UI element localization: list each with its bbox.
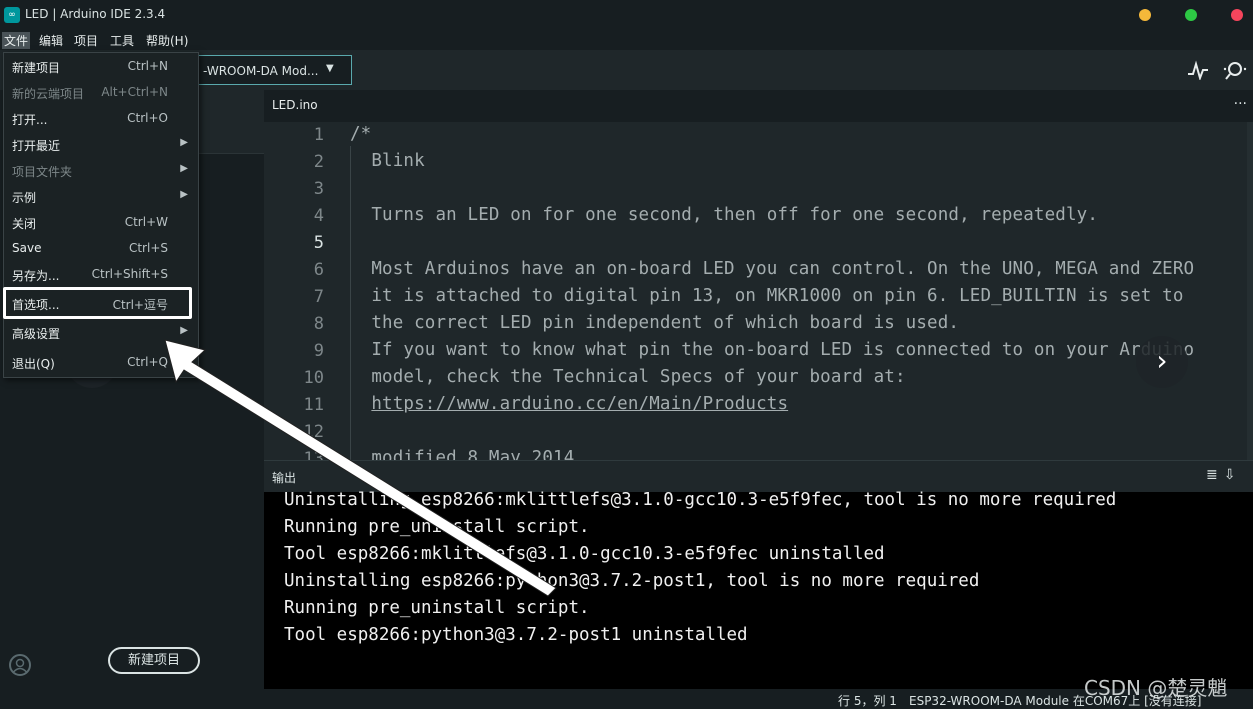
output-line: Tool esp8266:python3@3.7.2-post1 uninsta… <box>284 625 748 645</box>
code-line: Most Arduinos have an on-board LED you c… <box>350 259 1195 279</box>
output-line: Running pre_uninstall script. <box>284 598 590 618</box>
menu-item-label: 打开... <box>12 113 48 127</box>
line-number: 4 <box>313 206 324 226</box>
menu-item-label: 高级设置 <box>12 327 61 341</box>
menu-item-advanced[interactable]: 高级设置 ▶ <box>4 319 198 345</box>
menu-tools[interactable]: 工具 <box>108 32 136 49</box>
lock-scroll-icon[interactable]: ⇩ <box>1224 467 1242 483</box>
menu-help[interactable]: 帮助(H) <box>144 32 190 49</box>
line-number: 3 <box>313 179 324 199</box>
chevron-right-icon: ▶ <box>180 163 188 174</box>
menu-item-open-recent[interactable]: 打开最近 ▶ <box>4 131 198 157</box>
line-number: 6 <box>313 260 324 280</box>
output-line: Running pre_uninstall script. <box>284 517 590 537</box>
menu-item-open[interactable]: 打开... Ctrl+O <box>4 105 198 131</box>
output-console[interactable]: Uninstalling esp8266:mklittlefs@3.1.0-gc… <box>264 490 1253 689</box>
cursor-position[interactable]: 行 5，列 1 <box>838 692 897 709</box>
menu-item-label: 另存为... <box>12 269 60 283</box>
more-icon[interactable]: ··· <box>1234 96 1247 112</box>
board-selector-label: -WROOM-DA Mod... <box>203 64 319 78</box>
serial-plotter-icon[interactable] <box>1187 60 1209 80</box>
chevron-right-icon: ▶ <box>180 189 188 200</box>
menu-item-label: 项目文件夹 <box>12 165 73 179</box>
line-number: 2 <box>313 152 324 172</box>
minimize-button[interactable] <box>1139 9 1151 21</box>
menu-item-label: 示例 <box>12 191 37 205</box>
output-title: 输出 <box>272 471 297 485</box>
line-number: 7 <box>313 287 324 307</box>
tab-bar <box>264 90 1253 122</box>
next-image-button[interactable]: › <box>1136 336 1188 388</box>
watermark: CSDN @楚灵魈 <box>1084 676 1228 700</box>
menu-item-sketchbook: 项目文件夹 ▶ <box>4 157 198 183</box>
editor-scrollbar[interactable] <box>1247 122 1253 460</box>
line-number: 8 <box>313 314 324 334</box>
menu-edit[interactable]: 编辑 <box>37 32 65 49</box>
menu-item-new-cloud-sketch: 新的云端项目 Alt+Ctrl+N <box>4 79 198 105</box>
code-line: Turns an LED on for one second, then off… <box>350 205 1099 225</box>
products-link[interactable]: https://www.arduino.cc/en/Main/Products <box>371 394 788 414</box>
menu-item-new-sketch[interactable]: 新建项目 Ctrl+N <box>4 53 198 79</box>
line-number-active: 5 <box>313 233 324 253</box>
line-number: 9 <box>313 341 324 361</box>
menu-file[interactable]: 文件 <box>2 32 31 49</box>
close-button[interactable] <box>1231 9 1243 21</box>
arduino-icon: ∞ <box>4 7 20 23</box>
code-line: modified 8 May 2014 <box>350 448 575 460</box>
code-line: model, check the Technical Specs of your… <box>350 367 906 387</box>
chevron-down-icon: ▼ <box>326 63 334 74</box>
title-bar: ∞ LED | Arduino IDE 2.3.4 <box>0 0 1253 30</box>
menu-item-shortcut: Ctrl+N <box>127 59 168 73</box>
menu-item-label: 退出(Q) <box>12 357 55 371</box>
menu-item-quit[interactable]: 退出(Q) Ctrl+Q <box>4 349 198 375</box>
menu-item-label: 打开最近 <box>12 139 61 153</box>
code-line: the correct LED pin independent of which… <box>350 313 960 333</box>
line-number: 12 <box>303 422 324 442</box>
new-project-button[interactable]: 新建项目 <box>108 647 200 674</box>
output-line: Uninstalling esp8266:python3@3.7.2-post1… <box>284 571 980 591</box>
menu-item-save[interactable]: Save Ctrl+S <box>4 235 198 261</box>
window-title: LED | Arduino IDE 2.3.4 <box>25 7 166 21</box>
code-line: If you want to know what pin the on-boar… <box>350 340 1195 360</box>
menu-sketch[interactable]: 项目 <box>72 32 100 49</box>
menu-item-save-as[interactable]: 另存为... Ctrl+Shift+S <box>4 261 198 287</box>
code-line: /* <box>350 124 372 144</box>
file-menu-dropdown: 新建项目 Ctrl+N 新的云端项目 Alt+Ctrl+N 打开... Ctrl+O … <box>3 52 199 378</box>
code-line-link: https://www.arduino.cc/en/Main/Products <box>350 394 788 414</box>
line-number: 10 <box>303 368 324 388</box>
line-number: 11 <box>303 395 324 415</box>
code-editor[interactable]: 1 2 3 4 5 6 7 8 9 10 11 12 13 /* Blink T… <box>264 122 1247 460</box>
code-line: it is attached to digital pin 13, on MKR… <box>350 286 1184 306</box>
maximize-button[interactable] <box>1185 9 1197 21</box>
menu-item-examples[interactable]: 示例 ▶ <box>4 183 198 209</box>
chevron-right-icon: ▶ <box>180 325 188 336</box>
serial-monitor-icon[interactable] <box>1222 59 1248 81</box>
menu-item-shortcut: Alt+Ctrl+N <box>101 85 168 99</box>
line-number: 13 <box>303 449 324 460</box>
line-number: 1 <box>313 125 324 145</box>
menu-item-label: 新的云端项目 <box>12 87 85 101</box>
menu-item-close[interactable]: 关闭 Ctrl+W <box>4 209 198 235</box>
menu-item-label: 新建项目 <box>12 61 61 75</box>
output-line: Uninstalling esp8266:mklittlefs@3.1.0-gc… <box>284 490 1117 510</box>
clear-output-icon[interactable]: ≣ <box>1206 467 1224 483</box>
menu-item-shortcut: Ctrl+O <box>127 111 168 125</box>
line-number-gutter: 1 2 3 4 5 6 7 8 9 10 11 12 13 <box>264 122 348 460</box>
menu-item-label: 关闭 <box>12 217 37 231</box>
output-line: Tool esp8266:mklittlefs@3.1.0-gcc10.3-e5… <box>284 544 885 564</box>
menu-item-shortcut: Ctrl+S <box>128 241 168 255</box>
menu-item-shortcut: Ctrl+Q <box>127 355 168 369</box>
user-icon[interactable] <box>9 654 31 676</box>
menu-item-shortcut: Ctrl+W <box>124 215 168 229</box>
chevron-right-icon: ▶ <box>180 137 188 148</box>
tab-led-ino[interactable]: LED.ino <box>264 90 326 122</box>
highlight-box <box>3 287 192 319</box>
output-toolbar: ≣⇩ <box>1206 467 1241 483</box>
menu-bar: 文件 编辑 项目 工具 帮助(H) <box>0 30 1253 50</box>
code-line: Blink <box>350 151 425 171</box>
output-header <box>264 460 1253 492</box>
menu-item-label: Save <box>12 241 42 255</box>
menu-item-shortcut: Ctrl+Shift+S <box>91 267 168 281</box>
